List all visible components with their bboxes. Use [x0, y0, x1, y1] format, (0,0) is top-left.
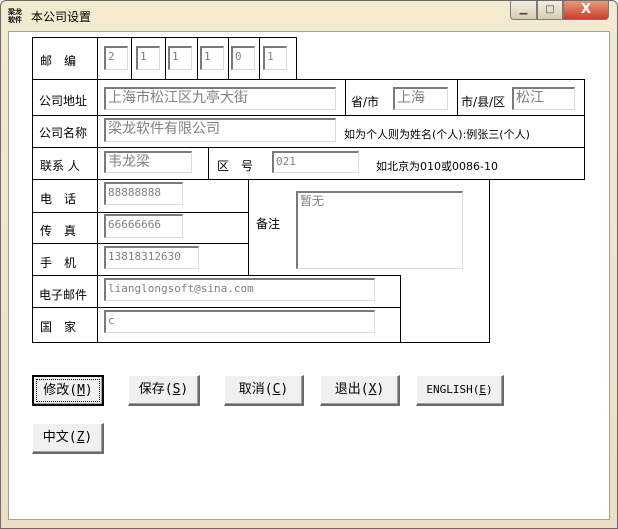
button-label: 退出 — [334, 382, 361, 397]
form-area: 邮 编 2 1 1 1 0 1 公司地址 上海市松江区九亭大街 省/市 上海 市… — [0, 0, 618, 529]
grid-line — [32, 243, 248, 244]
grid-line — [489, 179, 490, 343]
grid-line — [32, 307, 401, 308]
fax-input[interactable]: 66666666 — [104, 214, 183, 238]
save-button[interactable]: 保存(S) — [128, 375, 200, 406]
grid-line — [32, 37, 33, 343]
address-label: 公司地址 — [39, 94, 88, 108]
zip-digit-3-input[interactable]: 1 — [168, 46, 192, 70]
company-name-label: 公司名称 — [39, 126, 88, 140]
grid-line — [131, 37, 132, 79]
grid-line — [197, 37, 198, 79]
fax-label: 传 真 — [40, 224, 77, 238]
zip-digit-5-input[interactable]: 0 — [231, 46, 255, 70]
button-label: X — [368, 382, 377, 397]
address-input[interactable]: 上海市松江区九亭大街 — [104, 87, 336, 110]
city-label: 市/县/区 — [461, 95, 506, 109]
province-label: 省/市 — [351, 95, 380, 109]
grid-line — [32, 342, 489, 343]
button-label: M — [77, 383, 85, 398]
english-button[interactable]: ENGLISH(E) — [416, 375, 504, 406]
contact-label: 联系 人 — [40, 159, 80, 173]
zip-label: 邮 编 — [40, 54, 77, 68]
button-label: 保存 — [138, 382, 165, 397]
button-label: Z — [76, 430, 85, 445]
button-label: C — [272, 382, 281, 397]
grid-line — [457, 79, 458, 115]
notes-textarea[interactable]: 暂无 — [296, 191, 463, 269]
grid-line — [32, 115, 585, 116]
grid-line — [228, 37, 229, 79]
grid-line — [400, 275, 401, 342]
chinese-button[interactable]: 中文(Z) — [32, 423, 104, 454]
button-label: E — [479, 383, 486, 396]
grid-line — [165, 37, 166, 79]
grid-line — [32, 212, 248, 213]
grid-line — [32, 179, 585, 180]
zip-digit-2-input[interactable]: 1 — [136, 46, 160, 70]
area-code-label: 区 号 — [217, 159, 254, 173]
button-label: 修改 — [43, 383, 70, 398]
mobile-label: 手 机 — [40, 256, 77, 270]
phone-label: 电 话 — [40, 192, 77, 206]
grid-line — [584, 79, 585, 180]
cancel-button[interactable]: 取消(C) — [224, 375, 304, 406]
button-label: S — [172, 382, 181, 397]
zip-digit-6-input[interactable]: 1 — [263, 46, 287, 70]
grid-line — [248, 179, 249, 275]
notes-label: 备注 — [256, 217, 281, 231]
button-label: 中文 — [42, 430, 69, 445]
exit-button[interactable]: 退出(X) — [320, 375, 400, 406]
grid-line — [32, 275, 401, 276]
button-label: ENGLISH — [426, 383, 473, 396]
country-input[interactable]: c — [104, 310, 375, 333]
phone-input[interactable]: 88888888 — [104, 182, 183, 205]
grid-line — [97, 37, 98, 343]
mobile-input[interactable]: 13818312630 — [104, 246, 199, 269]
button-label: 取消 — [238, 382, 265, 397]
modify-button[interactable]: 修改(M) — [32, 375, 104, 406]
grid-line — [259, 37, 260, 79]
email-label: 电子邮件 — [39, 288, 88, 302]
grid-line — [32, 147, 585, 148]
grid-line — [208, 147, 209, 179]
area-code-hint: 如北京为010或0086-10 — [376, 160, 498, 173]
grid-line — [296, 37, 297, 79]
zip-digit-4-input[interactable]: 1 — [200, 46, 224, 70]
grid-line — [345, 79, 346, 115]
company-name-input[interactable]: 梁龙软件有限公司 — [104, 118, 336, 142]
city-input[interactable]: 松江 — [512, 87, 575, 110]
email-input[interactable]: lianglongsoft@sina.com — [104, 278, 375, 301]
grid-line — [32, 79, 585, 80]
zip-digit-1-input[interactable]: 2 — [104, 46, 128, 70]
company-name-hint: 如为个人则为姓名(个人):例张三(个人) — [344, 128, 530, 141]
province-input[interactable]: 上海 — [393, 87, 448, 110]
area-code-input[interactable]: 021 — [272, 151, 359, 173]
country-label: 国 家 — [40, 320, 77, 334]
contact-input[interactable]: 韦龙梁 — [104, 151, 192, 173]
